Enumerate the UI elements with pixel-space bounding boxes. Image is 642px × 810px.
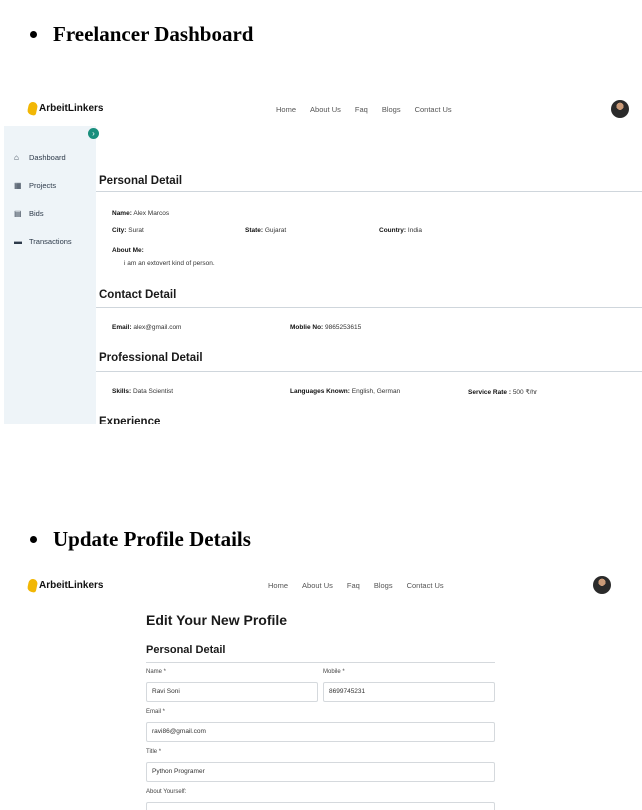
about-label: About Yourself: [146,789,187,795]
edit-profile-screenshot: ArbeitLinkers Home About Us Faq Blogs Co… [0,568,642,810]
heading-text: Freelancer Dashboard [53,22,254,46]
wallet-icon: ▬ [14,237,22,246]
email-input[interactable]: ravi86@gmail.com [146,722,495,742]
city-field: City: Surat [112,227,144,234]
rate-field: Service Rate : 500 ₹/hr [468,389,538,396]
divider [96,191,642,192]
name-input[interactable]: Ravi Soni [146,682,318,702]
personal-detail-title: Personal Detail [146,644,226,656]
top-nav: Home About Us Faq Blogs Contact Us [276,105,452,114]
about-label: About Me: [112,247,144,254]
sidebar-toggle-button[interactable]: › [88,128,99,139]
title-label: Title * [146,749,162,755]
skills-field: Skills: Data Scientist [112,388,174,395]
nav-contact[interactable]: Contact Us [415,105,452,114]
nav-blogs[interactable]: Blogs [382,105,401,114]
nav-faq[interactable]: Faq [355,105,368,114]
title-input[interactable]: Python Programer [146,762,495,782]
sidebar-item-dashboard[interactable]: ⌂ Dashboard [14,153,66,162]
nav-about[interactable]: About Us [302,581,333,590]
document-icon: ▤ [14,209,22,218]
heading-text: Update Profile Details [53,527,251,551]
name-field: Name: Alex Marcos [112,210,170,217]
dashboard-screenshot: ArbeitLinkers Home About Us Faq Blogs Co… [0,92,642,424]
logo-icon [26,101,39,116]
contact-detail-title: Contact Detail [99,289,177,301]
sidebar-item-projects[interactable]: ▦ Projects [14,181,56,190]
country-field: Country: India [379,227,423,234]
page-title: Edit Your New Profile [146,612,288,628]
nav-home[interactable]: Home [268,581,288,590]
avatar[interactable] [593,576,611,594]
divider [96,371,642,372]
top-nav: Home About Us Faq Blogs Contact Us [268,581,444,590]
home-icon: ⌂ [14,153,19,162]
email-field: Email: alex@gmail.com [112,324,182,331]
nav-home[interactable]: Home [276,105,296,114]
divider [96,307,642,308]
sidebar-item-bids[interactable]: ▤ Bids [14,209,44,218]
brand-logo[interactable]: ArbeitLinkers [26,101,103,116]
sidebar-item-transactions[interactable]: ▬ Transactions [14,237,72,246]
mobile-input[interactable]: 8699745231 [323,682,495,702]
nav-about[interactable]: About Us [310,105,341,114]
avatar[interactable] [611,100,629,118]
personal-detail-title: Personal Detail [99,175,183,187]
mobile-field: Moblie No: 9865253615 [290,324,362,331]
divider [146,662,495,663]
languages-field: Languages Known: English, German [290,388,401,395]
experience-title: Experience [99,416,161,424]
bullet-icon [30,31,37,38]
state-field: State: Gujarat [245,227,287,234]
section-heading-update-profile: Update Profile Details [30,527,251,552]
about-text: i am an extovert kind of person. [124,260,215,267]
professional-detail-title: Professional Detail [99,352,203,364]
sidebar [4,126,96,424]
name-label: Name * [146,669,167,675]
nav-faq[interactable]: Faq [347,581,360,590]
about-textarea[interactable] [146,802,495,810]
mobile-label: Mobile * [323,669,345,675]
bullet-icon [30,536,37,543]
logo-icon [26,578,39,593]
briefcase-icon: ▦ [14,181,22,190]
email-label: Email * [146,709,166,715]
nav-blogs[interactable]: Blogs [374,581,393,590]
nav-contact[interactable]: Contact Us [407,581,444,590]
section-heading-dashboard: Freelancer Dashboard [30,22,253,47]
brand-logo[interactable]: ArbeitLinkers [26,578,103,593]
